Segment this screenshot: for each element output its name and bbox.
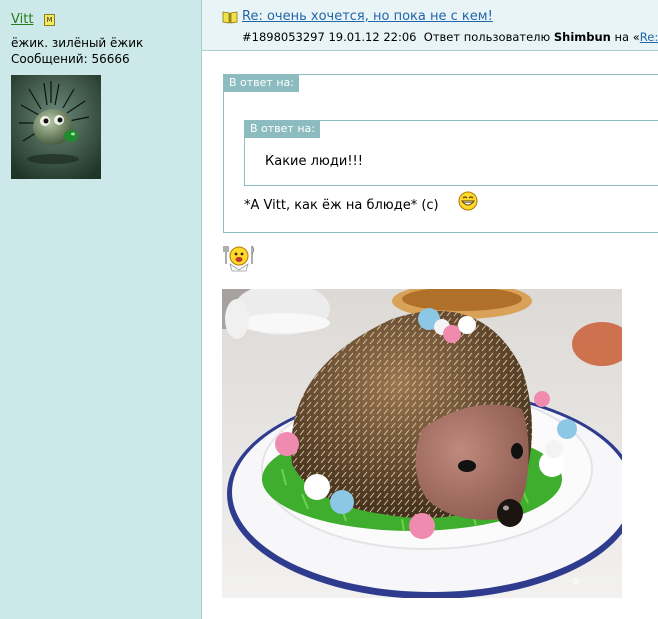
post-header: Re: очень хочется, но пока не с кем! #18… [202, 0, 658, 51]
post-title-link[interactable]: Re: очень хочется, но пока не с кем! [242, 9, 493, 24]
quote-block-inner: В ответ на: Какие люди!!! [244, 120, 658, 186]
quote-label-inner: В ответ на: [245, 121, 320, 138]
reply-on-label: на « [614, 30, 640, 44]
parent-post-link[interactable]: Re: о [640, 30, 658, 44]
svg-text:✿: ✿ [572, 577, 580, 587]
quote-inner-text: Какие люди!!! [265, 154, 363, 169]
quote-block-outer: В ответ на: В ответ на: Какие люди!!! *А… [223, 74, 658, 233]
author-status: ёжик. зилёный ёжик [11, 36, 144, 50]
author-name-link[interactable]: Vitt [11, 12, 33, 27]
chef-smiley-icon [223, 245, 254, 272]
avatar [11, 75, 101, 179]
quote-label-outer: В ответ на: [224, 75, 299, 92]
moderator-badge-icon: M [44, 14, 55, 26]
grin-smiley-icon [458, 191, 478, 211]
reply-prefix: Ответ пользователю [423, 30, 551, 44]
quote-outer-text: *А Vitt, как ёж на блюде* (с) [244, 198, 439, 213]
post-id-date: #1898053297 19.01.12 22:06 [242, 30, 417, 44]
hedgehog-cake-photo: ✿ [222, 289, 622, 598]
reply-to-user: Shimbun [553, 30, 611, 44]
author-post-count: Сообщений: 56666 [11, 52, 130, 66]
author-panel: Vitt M ёжик. зилёный ёжик Сообщений: 566… [0, 0, 202, 619]
book-icon [222, 11, 238, 24]
post-meta: #1898053297 19.01.12 22:06 Ответ пользов… [242, 30, 658, 44]
